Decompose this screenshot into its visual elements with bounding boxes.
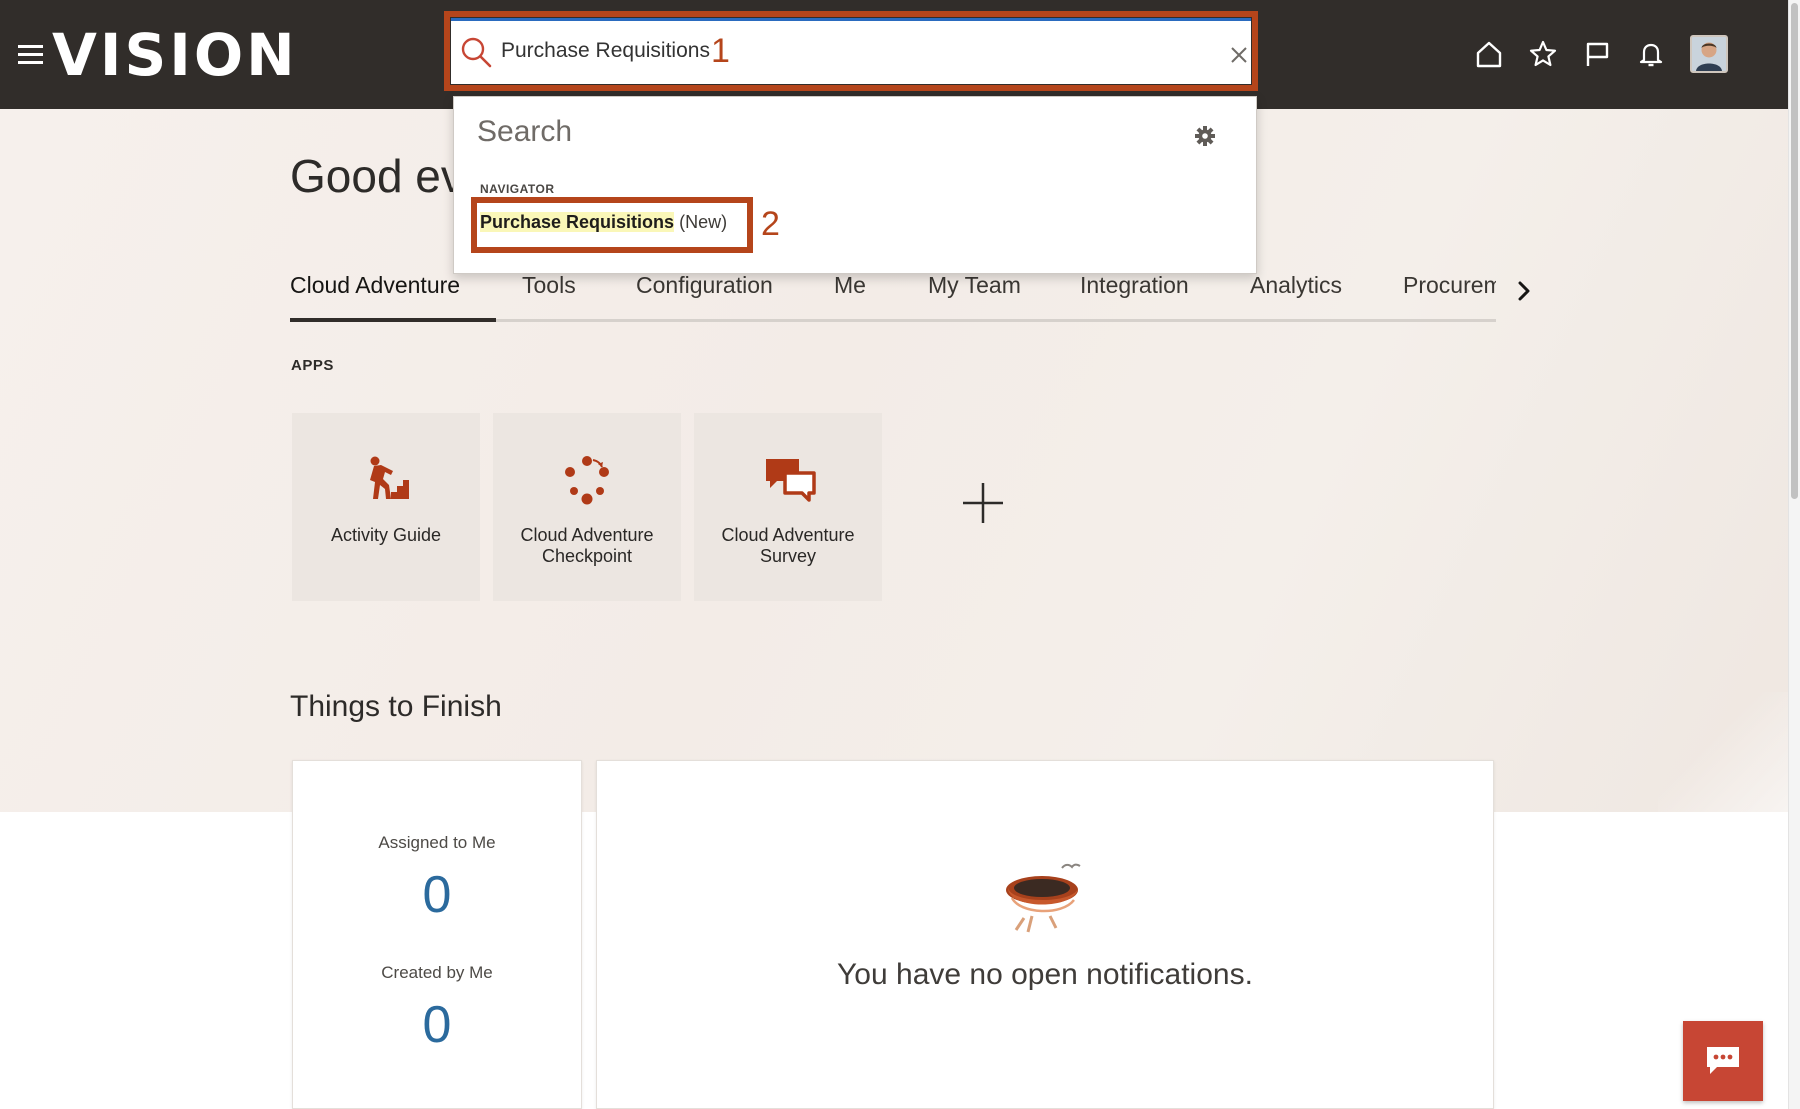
header-actions <box>1462 34 1728 74</box>
chat-bubble-icon <box>1707 1047 1739 1074</box>
search-result-purchase-requisitions[interactable]: Purchase Requisitions (New) <box>480 212 727 233</box>
assigned-to-me-label: Assigned to Me <box>378 833 496 852</box>
app-cloud-adventure-survey[interactable]: Cloud Adventure Survey <box>694 413 882 601</box>
apps-section-label: APPS <box>291 357 334 374</box>
search-results-dropdown: Search NAVIGATOR Purchase Requisitions (… <box>453 96 1257 274</box>
favorites-star-icon[interactable] <box>1516 34 1570 74</box>
survey-icon <box>766 459 816 502</box>
tabs-next-chevron-icon[interactable] <box>1512 276 1536 306</box>
things-to-finish-counts-card: Assigned to Me 0 Created by Me 0 <box>292 760 582 1109</box>
notifications-bell-icon[interactable] <box>1624 34 1678 74</box>
menu-icon[interactable] <box>18 45 43 65</box>
add-app-plus-icon[interactable] <box>960 480 1006 526</box>
created-by-me-label: Created by Me <box>381 963 493 982</box>
tab-procurement[interactable]: Procurem <box>1403 272 1496 299</box>
tab-tools[interactable]: Tools <box>522 272 576 299</box>
annotation-callout-2: 2 <box>761 205 780 243</box>
search-input[interactable] <box>501 33 1181 69</box>
scrollbar-thumb[interactable] <box>1791 3 1798 499</box>
things-to-finish-title: Things to Finish <box>290 690 502 723</box>
tab-cloud-adventure[interactable]: Cloud Adventure <box>290 272 460 299</box>
tab-me[interactable]: Me <box>834 272 866 299</box>
created-by-me-count[interactable]: 0 <box>293 995 581 1055</box>
springboard-tabs: Cloud Adventure Tools Configuration Me M… <box>290 268 1496 322</box>
home-icon[interactable] <box>1462 34 1516 74</box>
search-result-match-text: Purchase Requisitions <box>480 212 675 232</box>
tab-overflow-clip: Procurem <box>1403 268 1496 308</box>
tab-analytics[interactable]: Analytics <box>1250 272 1342 299</box>
user-avatar[interactable] <box>1690 35 1728 73</box>
annotation-callout-1: 1 <box>711 32 730 70</box>
search-icon <box>461 37 492 68</box>
search-dropdown-title: Search <box>477 115 573 148</box>
chat-assistant-button[interactable] <box>1683 1021 1763 1101</box>
tab-configuration[interactable]: Configuration <box>636 272 773 299</box>
activity-guide-icon <box>370 456 409 499</box>
tab-my-team[interactable]: My Team <box>928 272 1021 299</box>
flag-icon[interactable] <box>1570 34 1624 74</box>
settings-gear-icon[interactable] <box>1194 125 1216 147</box>
app-activity-guide[interactable]: Activity Guide <box>292 413 480 601</box>
global-search-field[interactable] <box>451 18 1251 84</box>
checkpoint-icon <box>565 456 609 505</box>
app-label: Cloud Adventure Survey <box>721 525 855 566</box>
navigator-section-label: NAVIGATOR <box>480 182 555 196</box>
clear-search-icon[interactable] <box>1230 46 1248 64</box>
search-result-suffix: (New) <box>679 212 728 232</box>
app-cloud-adventure-checkpoint[interactable]: Cloud Adventure Checkpoint <box>493 413 681 601</box>
assigned-to-me-count[interactable]: 0 <box>293 865 581 925</box>
active-tab-indicator <box>290 318 496 322</box>
notifications-card <box>596 760 1494 1109</box>
app-label: Cloud Adventure Checkpoint <box>520 525 654 566</box>
app-label: Activity Guide <box>330 525 442 545</box>
page-scrollbar[interactable] <box>1788 0 1800 1109</box>
tab-integration[interactable]: Integration <box>1080 272 1189 299</box>
brand-logo[interactable]: VISION <box>52 18 298 92</box>
